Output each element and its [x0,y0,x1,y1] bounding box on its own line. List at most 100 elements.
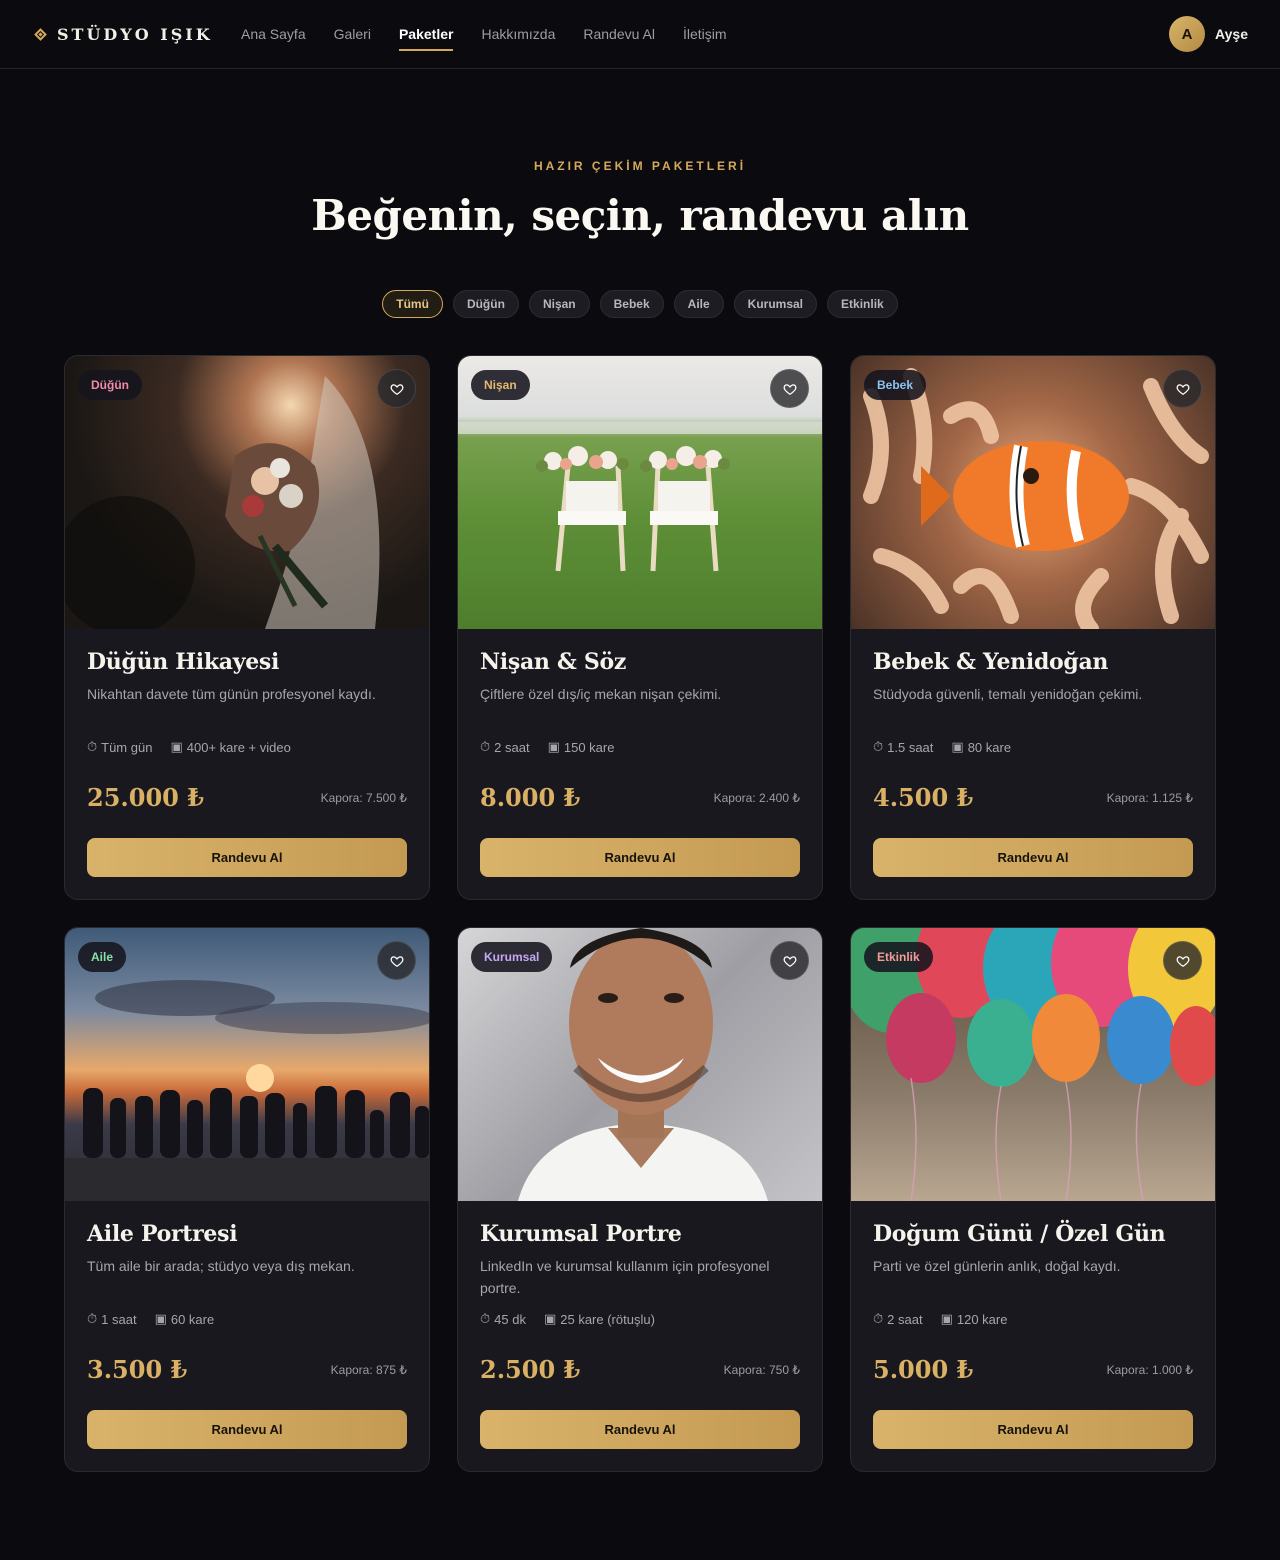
deposit-amount: Kapora: 2.400 ₺ [713,790,800,805]
duration: ⏱ 45 dk [480,1311,526,1327]
balloons-photo[interactable]: Etkinlik [851,928,1215,1201]
clock-icon: ⏱ [87,1311,98,1326]
nav-links: Ana Sayfa Galeri Paketler Hakkımızda Ran… [241,0,727,69]
package-description: LinkedIn ve kurumsal kullanım için profe… [480,1258,770,1296]
frame-count: ▣ 400+ kare + video [170,739,291,755]
book-button[interactable]: Randevu Al [87,1410,407,1449]
filter-chip-corporate[interactable]: Kurumsal [733,290,818,318]
heart-icon [783,383,796,395]
category-filters: Tümü Düğün Nişan Bebek Aile Kurumsal Etk… [0,290,1280,318]
package-grid: Düğün Düğün Hikayesi Nikahtan davete tüm… [0,318,1280,1472]
package-price: 3.500 ₺ [87,1355,188,1384]
package-price: 25.000 ₺ [87,783,204,812]
package-description: Çiftlere özel dış/iç mekan nişan çekimi. [480,686,722,702]
book-button[interactable]: Randevu Al [480,838,800,877]
package-price: 8.000 ₺ [480,783,581,812]
card-body: Düğün Hikayesi Nikahtan davete tüm günün… [65,629,429,899]
package-meta: ⏱ 45 dk ▣ 25 kare (rötuşlu) [480,1311,800,1327]
filter-chip-all[interactable]: Tümü [382,290,443,318]
card-body: Nişan & Söz Çiftlere özel dış/iç mekan n… [458,629,822,899]
favorite-button[interactable] [770,941,809,980]
book-button[interactable]: Randevu Al [873,838,1193,877]
package-card-wedding: Düğün Düğün Hikayesi Nikahtan davete tüm… [64,355,430,900]
frame-count: ▣ 120 kare [940,1311,1008,1327]
filter-chip-event[interactable]: Etkinlik [827,290,898,318]
package-title: Düğün Hikayesi [87,649,280,675]
photo-icon: ▣ [951,739,964,754]
package-title: Doğum Günü / Özel Gün [873,1221,1166,1247]
price-row: 5.000 ₺ Kapora: 1.000 ₺ [873,1355,1193,1384]
category-tag: Düğün [78,370,142,400]
nav-link-gallery[interactable]: Galeri [334,0,371,69]
photo-icon: ▣ [940,1311,953,1326]
package-card-family: Aile Aile Portresi Tüm aile bir arada; s… [64,927,430,1472]
user-name[interactable]: Ayşe [1215,26,1248,42]
favorite-button[interactable] [1163,369,1202,408]
price-row: 3.500 ₺ Kapora: 875 ₺ [87,1355,407,1384]
card-body: Bebek & Yenidoğan Stüdyoda güvenli, tema… [851,629,1215,899]
brand-logo[interactable]: STÜDYO IŞIK [32,25,241,44]
price-row: 2.500 ₺ Kapora: 750 ₺ [480,1355,800,1384]
heart-icon [390,383,403,395]
card-body: Doğum Günü / Özel Gün Parti ve özel günl… [851,1201,1215,1471]
nav-link-about[interactable]: Hakkımızda [481,0,555,69]
category-tag: Nişan [471,370,530,400]
photo-icon: ▣ [170,739,183,754]
package-price: 5.000 ₺ [873,1355,974,1384]
favorite-button[interactable] [377,941,416,980]
decorated-chairs-photo[interactable]: Nişan [458,356,822,629]
filter-chip-wedding[interactable]: Düğün [452,290,519,318]
man-portrait-photo[interactable]: Kurumsal [458,928,822,1201]
clock-icon: ⏱ [873,1311,884,1326]
nav-link-packages[interactable]: Paketler [398,0,454,69]
favorite-button[interactable] [770,369,809,408]
package-description: Stüdyoda güvenli, temalı yenidoğan çekim… [873,686,1143,702]
favorite-button[interactable] [1163,941,1202,980]
duration: ⏱ 1 saat [87,1311,137,1327]
duration: ⏱ 2 saat [873,1311,923,1327]
package-title: Bebek & Yenidoğan [873,649,1109,675]
package-title: Kurumsal Portre [480,1221,682,1247]
filter-chip-family[interactable]: Aile [673,290,724,318]
nav-link-home[interactable]: Ana Sayfa [241,0,306,69]
package-card-corporate: Kurumsal Kurumsal Portre LinkedIn ve kur… [457,927,823,1472]
package-meta: ⏱ Tüm gün ▣ 400+ kare + video [87,739,407,755]
clownfish-photo[interactable]: Bebek [851,356,1215,629]
clock-icon: ⏱ [480,1311,491,1326]
category-tag: Kurumsal [471,942,553,972]
package-meta: ⏱ 1.5 saat ▣ 80 kare [873,739,1193,755]
frame-count: ▣ 60 kare [154,1311,215,1327]
deposit-amount: Kapora: 875 ₺ [330,1362,407,1377]
deposit-amount: Kapora: 1.125 ₺ [1106,790,1193,805]
section-eyebrow: HAZIR ÇEKİM PAKETLERİ [533,159,747,173]
user-menu[interactable]: A Ayşe [1169,16,1248,52]
package-meta: ⏱ 1 saat ▣ 60 kare [87,1311,407,1327]
card-body: Kurumsal Portre LinkedIn ve kurumsal kul… [458,1201,822,1471]
favorite-button[interactable] [377,369,416,408]
book-button[interactable]: Randevu Al [873,1410,1193,1449]
photo-icon: ▣ [547,739,560,754]
heart-icon [1176,383,1189,395]
frame-count: ▣ 80 kare [951,739,1012,755]
deposit-amount: Kapora: 750 ₺ [723,1362,800,1377]
book-button[interactable]: Randevu Al [87,838,407,877]
category-tag: Aile [78,942,127,972]
clock-icon: ⏱ [87,739,98,754]
heart-icon [1176,955,1189,967]
photo-icon: ▣ [543,1311,557,1326]
filter-chip-engagement[interactable]: Nişan [528,290,590,318]
frame-count: ▣ 25 kare (rötuşlu) [543,1311,655,1327]
bride-bouquet-photo[interactable]: Düğün [65,356,429,629]
book-button[interactable]: Randevu Al [480,1410,800,1449]
avatar[interactable]: A [1169,16,1206,52]
clock-icon: ⏱ [873,739,884,754]
package-meta: ⏱ 2 saat ▣ 120 kare [873,1311,1193,1327]
filter-chip-baby[interactable]: Bebek [599,290,664,318]
nav-link-contact[interactable]: İletişim [683,0,727,69]
family-sunset-photo[interactable]: Aile [65,928,429,1201]
heart-icon [783,955,796,967]
nav-link-booking[interactable]: Randevu Al [583,0,655,69]
brand-name: STÜDYO IŞIK [57,24,213,44]
price-row: 4.500 ₺ Kapora: 1.125 ₺ [873,783,1193,812]
package-price: 2.500 ₺ [480,1355,581,1384]
